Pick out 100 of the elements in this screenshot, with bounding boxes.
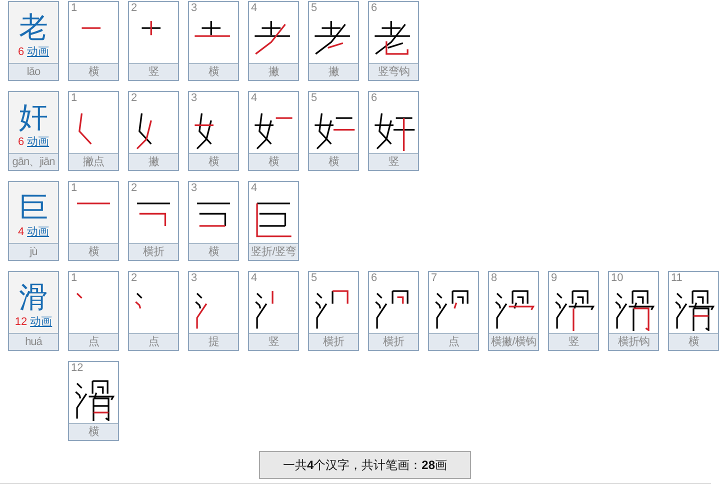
stroke-name: 横折 [309,333,358,350]
stroke-order-drawing [374,21,410,55]
stroke-number: 1 [71,272,78,285]
stroke-number: 6 [371,92,378,105]
stroke-name: 撇点 [69,153,118,170]
stroke-order-drawing [256,202,292,238]
stroke-order-drawing [142,21,161,36]
stroke-order-drawing [78,113,92,144]
stroke-count: 6 [18,135,24,150]
stroke-name: 竖折/竖弯 [249,243,298,260]
stroke-order-drawing [76,292,82,299]
stroke-number: 4 [251,92,258,105]
stroke-name: 撇 [249,63,298,80]
stroke-number: 7 [431,272,438,285]
stroke-order-drawing [374,113,415,151]
animation-link[interactable]: 动画 [27,225,50,242]
summary-text: 一共4个汉字，共计笔画：28画 [259,451,471,479]
stroke-name: 横 [669,333,718,350]
stroke-name: 横 [189,63,238,80]
stroke-count: 12 [14,315,28,330]
stroke-order-drawing [254,21,290,55]
stroke-number: 5 [311,2,318,15]
stroke-name: 横折 [369,333,418,350]
stroke-name: 点 [429,333,478,350]
stroke-name: 横 [69,243,118,260]
stroke-order-drawing [194,21,230,37]
stroke-name: 横 [309,153,358,170]
stroke-name: 点 [129,333,178,350]
stroke-order-drawing [197,202,230,227]
stroke-number: 2 [131,92,138,105]
stroke-order-drawing [195,292,208,329]
stroke-name: 横 [69,63,118,80]
stroke-order-drawing [137,202,170,226]
stroke-number: 3 [191,272,198,285]
stroke-number: 1 [71,2,78,15]
stroke-number: 3 [191,182,198,195]
stroke-number: 4 [251,2,258,15]
animation-link[interactable]: 动画 [30,315,52,332]
stroke-order-drawing [555,290,595,331]
stroke-name: 撇 [309,63,358,80]
stroke-name: 竖 [369,153,418,170]
stroke-order-drawing [136,113,152,150]
stroke-order-drawing [314,21,350,55]
stroke-name: 横 [249,153,298,170]
stroke-number: 6 [371,2,378,15]
stroke-name: 横 [189,153,238,170]
stroke-order-drawing [675,290,715,331]
stroke-name: 竖 [129,63,178,80]
character-text: 滑 [18,279,49,315]
stroke-number: 11 [671,272,682,285]
character-text: 巨 [18,189,49,225]
stroke-order-drawing [495,290,535,329]
stroke-number: 2 [131,272,138,285]
stroke-order-drawing [82,27,101,29]
stroke-order-drawing [435,290,468,329]
stroke-order-drawing [615,290,655,331]
stroke-number: 8 [491,272,498,285]
stroke-order-drawing [315,290,348,329]
stroke-order-drawing [254,113,292,150]
stroke-number: 4 [251,182,258,195]
stroke-name: 横折钩 [609,333,658,350]
pinyin-label: jù [9,243,58,260]
stroke-name: 撇 [129,153,178,170]
animation-link[interactable]: 动画 [27,45,50,62]
stroke-number: 6 [371,272,378,285]
stroke-order-drawing [77,202,110,204]
stroke-number: 12 [71,362,84,375]
stroke-number: 9 [551,272,558,285]
stroke-number: 5 [311,92,318,105]
stroke-number: 5 [311,272,318,285]
stroke-number: 2 [131,2,138,15]
stroke-name: 横折 [129,243,178,260]
animation-link[interactable]: 动画 [27,135,50,152]
stroke-order-drawing [135,292,142,309]
pinyin-label: huá [9,333,58,350]
stroke-name: 竖 [549,333,598,350]
stroke-number: 1 [71,182,78,195]
stroke-name: 横撇/横钩 [489,333,538,350]
pinyin-label: gān、jiān [9,153,58,170]
stroke-name: 竖 [249,333,298,350]
stroke-number: 2 [131,182,138,195]
stroke-count: 4 [18,225,24,240]
stroke-count: 6 [18,45,24,60]
stroke-number: 3 [191,2,198,15]
stroke-number: 10 [611,272,624,285]
pinyin-label: lǎo [9,63,58,80]
stroke-number: 1 [71,92,78,105]
stroke-name: 提 [189,333,238,350]
stroke-order-drawing [375,290,408,329]
stroke-name: 横 [69,423,118,440]
stroke-order-drawing [314,113,355,150]
character-text: 老 [18,9,49,45]
stroke-order-drawing [255,291,274,329]
stroke-number: 3 [191,92,198,105]
stroke-name: 点 [69,333,118,350]
stroke-order-drawing [194,113,214,150]
stroke-number: 4 [251,272,258,285]
stroke-name: 横 [189,243,238,260]
stroke-order-drawing [75,380,115,421]
character-text: 奸 [18,99,49,135]
